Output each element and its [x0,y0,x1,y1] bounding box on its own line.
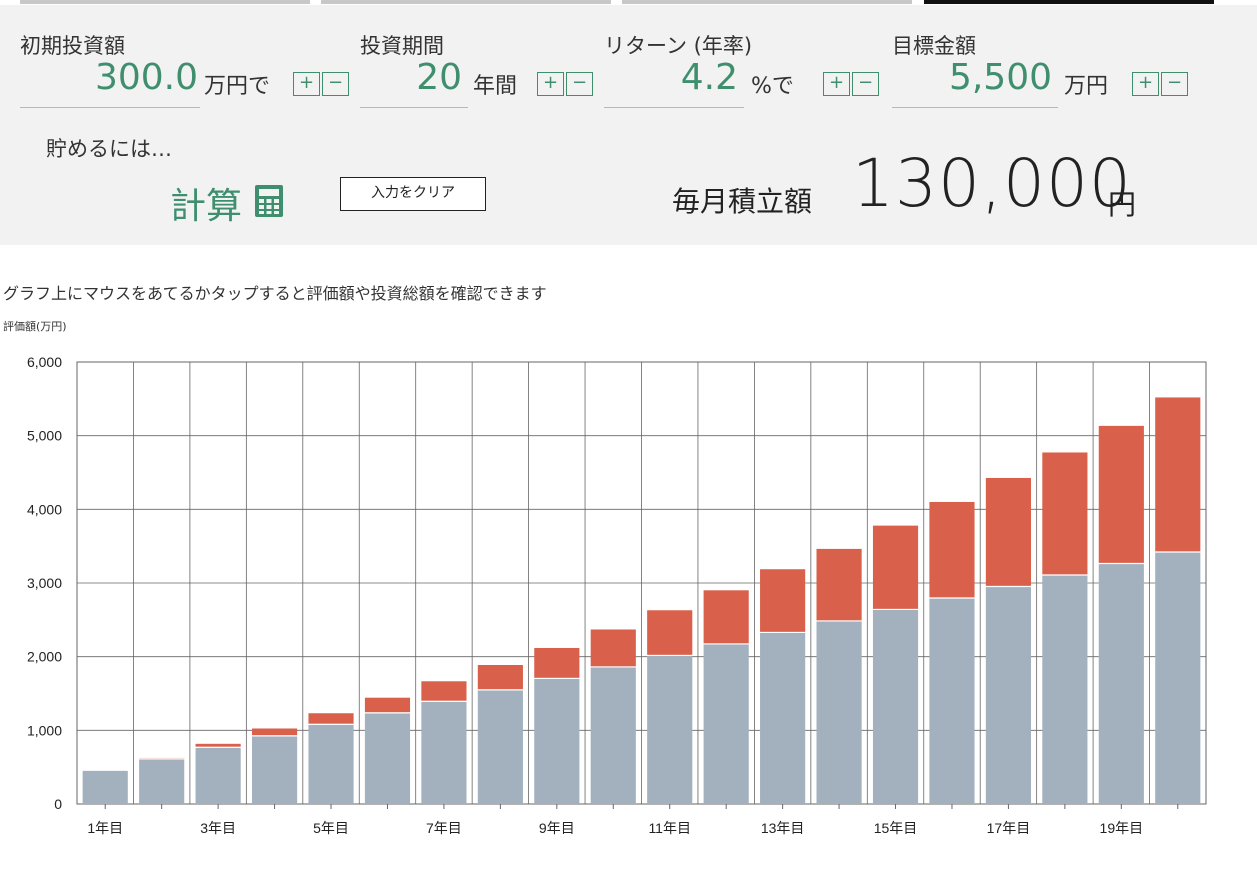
bar-gain[interactable] [308,713,354,724]
bar-principal[interactable] [872,609,919,804]
bar-principal[interactable] [590,667,636,804]
period-minus-button[interactable]: − [566,72,593,96]
initial-amount-stepper: + − [293,72,349,96]
initial-amount-unit: 万円で [204,74,271,99]
bar-principal[interactable] [929,598,975,804]
bar-principal[interactable] [82,770,128,804]
bar-principal[interactable] [477,690,523,804]
calculate-label: 計算 [170,186,243,227]
period-input[interactable]: 20 [360,57,462,98]
x-tick-label: 7年目 [426,820,462,836]
bar-gain[interactable] [195,743,241,747]
y-tick-label: 2,000 [27,649,62,665]
bar-gain[interactable] [929,501,975,598]
clear-input-button[interactable]: 入力をクリア [340,177,486,211]
bar-principal[interactable] [1042,575,1088,804]
calculator-icon [254,184,284,222]
period-plus-button[interactable]: + [537,72,564,96]
bar-principal[interactable] [251,736,298,804]
bar-gain[interactable] [872,525,919,609]
target-amount-underline [892,107,1058,108]
initial-amount-underline [20,107,200,108]
target-amount-label: 目標金額 [892,34,976,58]
x-tick-label: 13年目 [761,820,805,836]
bar-gain[interactable] [1042,452,1088,575]
initial-amount-label: 初期投資額 [20,34,125,58]
period-underline [360,107,468,108]
calculate-button[interactable]: 計算 [170,177,284,229]
bar-principal[interactable] [647,655,693,804]
bar-gain[interactable] [760,569,806,632]
bar-gain[interactable] [251,728,298,736]
period-unit: 年間 [473,74,518,99]
bar-gain[interactable] [1098,425,1144,563]
bar-principal[interactable] [308,724,354,804]
period-label: 投資期間 [360,34,444,58]
target-amount-input[interactable]: 5,500 [892,57,1052,98]
initial-minus-button[interactable]: − [322,72,349,96]
bar-principal[interactable] [985,586,1032,804]
x-tick-label: 19年目 [1100,820,1144,836]
initial-plus-button[interactable]: + [293,72,320,96]
bar-principal[interactable] [1098,563,1144,804]
bar-gain[interactable] [534,647,580,678]
x-tick-label: 17年目 [987,820,1031,836]
return-rate-input[interactable]: 4.2 [604,57,738,98]
calculator-panel: 初期投資額 300.0 万円で + − 投資期間 20 年間 + − リターン … [0,5,1257,245]
y-tick-label: 6,000 [27,354,62,370]
bar-gain[interactable] [364,697,411,713]
bar-principal[interactable] [195,747,241,804]
tab-strip-4-active[interactable] [924,0,1214,4]
return-rate-unit: %で [751,74,794,99]
bar-principal[interactable] [421,701,467,804]
return-minus-button[interactable]: − [852,72,879,96]
x-tick-label: 3年目 [200,820,236,836]
monthly-amount-value: 130,000 [852,145,1132,222]
target-plus-button[interactable]: + [1132,72,1159,96]
x-tick-label: 15年目 [874,820,918,836]
chart-hint-text: グラフ上にマウスをあてるかタップすると評価額や投資総額を確認できます [3,284,547,303]
bar-principal[interactable] [816,621,862,804]
target-minus-button[interactable]: − [1161,72,1188,96]
bar-gain[interactable] [703,590,749,644]
bar-gain[interactable] [477,664,523,690]
x-tick-label: 9年目 [539,820,575,836]
tab-strip-1[interactable] [20,0,310,4]
y-tick-label: 3,000 [27,575,62,591]
y-tick-label: 4,000 [27,501,62,517]
tab-strip-2[interactable] [321,0,611,4]
y-tick-label: 0 [54,796,62,812]
initial-amount-input[interactable]: 300.0 [20,57,198,98]
bar-gain[interactable] [985,477,1032,586]
return-plus-button[interactable]: + [823,72,850,96]
bar-gain[interactable] [816,548,862,621]
period-stepper: + − [537,72,593,96]
bar-gain[interactable] [590,629,636,667]
bar-gain[interactable] [1155,397,1201,552]
monthly-amount-label: 毎月積立額 [672,185,813,218]
bar-principal[interactable] [139,759,185,804]
target-amount-unit: 万円 [1064,74,1109,99]
save-prompt: 貯めるには… [46,137,172,161]
bar-principal[interactable] [534,678,580,804]
return-rate-label: リターン (年率) [604,34,753,58]
bar-gain[interactable] [647,610,693,655]
tab-strip-3[interactable] [622,0,912,4]
bar-principal[interactable] [760,632,806,804]
return-rate-stepper: + − [823,72,879,96]
return-rate-underline [604,107,744,108]
monthly-amount-unit: 円 [1108,188,1137,221]
bar-principal[interactable] [364,713,411,804]
bar-principal[interactable] [703,644,749,804]
valuation-bar-chart[interactable]: 0 1,000 2,000 3,000 4,000 5,000 6,000 1年目 3年目 5年目… [0,340,1257,860]
bar-gain[interactable] [421,681,467,701]
y-axis-title: 評価額(万円) [3,320,67,333]
target-amount-stepper: + − [1132,72,1188,96]
bar-principal[interactable] [1155,552,1201,804]
x-tick-label: 11年目 [648,820,691,836]
x-tick-label: 1年目 [87,820,123,836]
x-tick-label: 5年目 [313,820,349,836]
y-tick-label: 1,000 [27,722,62,738]
y-tick-label: 5,000 [27,428,62,444]
